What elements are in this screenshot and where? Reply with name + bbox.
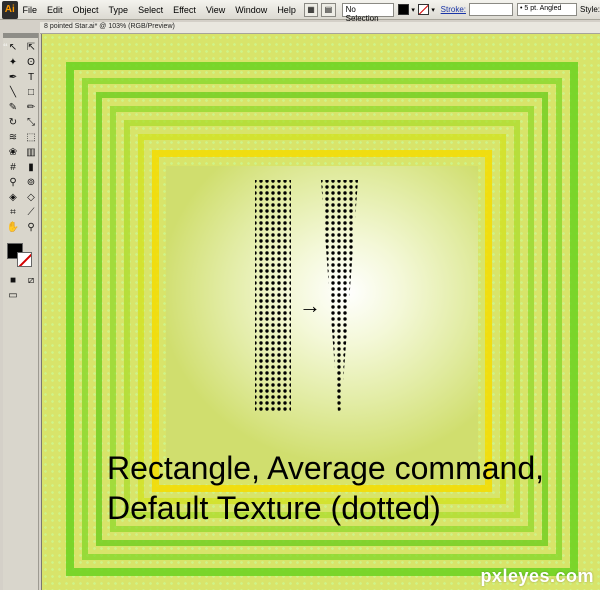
line-tool-icon[interactable]: ╲ [5,86,21,99]
selection-status: No Selection [341,2,394,23]
rectangle-tool-icon[interactable]: □ [23,86,39,99]
stroke-weight-field[interactable] [468,3,513,16]
hand-tool-icon[interactable]: ✋ [5,221,21,234]
stroke-color-box[interactable] [17,252,32,267]
menu-type[interactable]: Type [104,5,134,15]
lasso-tool-icon[interactable]: ʘ [23,56,39,69]
menu-window[interactable]: Window [230,5,272,15]
paintbrush-tool-icon[interactable]: ✎ [5,101,21,114]
style-label: Style: [579,5,600,14]
warp-tool-icon[interactable]: ≋ [5,131,21,144]
brush-name: 5 pt. Angled [524,5,562,12]
arrange-icon: ▤ [324,5,333,14]
control-panel: No Selection ▾ ▾ Stroke: • 5 pt. Angled … [341,1,600,23]
bridge-button[interactable]: ▦ [303,2,319,17]
fill-swatch[interactable] [397,4,409,15]
menu-bar: Ai File Edit Object Type Select Effect V… [0,0,600,23]
stroke-label[interactable]: Stroke: [441,5,466,14]
live-paint-tool-icon[interactable]: ◈ [5,191,21,204]
mesh-tool-icon[interactable]: # [5,161,21,174]
magic-wand-tool-icon[interactable]: ✦ [5,56,21,69]
caption-line-1: Rectangle, Average command, [107,450,544,486]
scale-tool-icon[interactable]: ⤡ [23,116,39,129]
caption: Rectangle, Average command, Default Text… [107,448,597,528]
chevron-down-icon[interactable]: ▾ [409,4,418,15]
illustrator-window: Ai File Edit Object Type Select Effect V… [0,0,600,590]
column-graph-tool-icon[interactable]: ▥ [23,146,39,159]
menu-file[interactable]: File [18,5,43,15]
screen-mode-icon[interactable]: ▭ [5,289,21,302]
menu-object[interactable]: Object [68,5,104,15]
watermark: pxleyes.com [480,566,594,586]
symbol-sprayer-tool-icon[interactable]: ❀ [5,146,21,159]
arrange-documents-button[interactable]: ▤ [321,2,336,17]
bridge-icon: ▦ [307,5,315,14]
blend-tool-icon[interactable]: ⊚ [23,176,39,189]
eyedropper-tool-icon[interactable]: ⚲ [5,176,21,189]
brush-definition-dropdown[interactable]: • 5 pt. Angled [516,3,577,16]
caption-line-2: Default Texture (dotted) [107,490,441,526]
dotted-averaged-shape [321,180,358,412]
tool-grid: ↖ ⇱ ✦ ʘ ✒ T ╲ □ ✎ ✏ ↻ ⤡ ≋ ⬚ ❀ ▥ # ▮ ⚲ ⊚ … [3,38,38,237]
pen-tool-icon[interactable]: ✒ [5,71,21,84]
fill-stroke-widget [5,241,39,271]
live-paint-selection-icon[interactable]: ◇ [23,191,39,204]
color-mode-icon[interactable]: ■ [5,274,21,287]
menu-view[interactable]: View [201,5,230,15]
stroke-swatch[interactable] [417,4,429,15]
pencil-tool-icon[interactable]: ✏ [23,101,39,114]
document-tab[interactable]: 8 pointed Star.ai* @ 103% (RGB/Preview) [40,22,600,34]
rotate-tool-icon[interactable]: ↻ [5,116,21,129]
free-transform-tool-icon[interactable]: ⬚ [23,131,39,144]
gradient-tool-icon[interactable]: ▮ [23,161,39,174]
illustrator-logo-icon: Ai [2,0,18,19]
dotted-rectangle [255,180,291,412]
menu-select[interactable]: Select [133,5,168,15]
type-tool-icon[interactable]: T [23,71,39,84]
zoom-tool-icon[interactable]: ⚲ [23,221,39,234]
menu-effect[interactable]: Effect [168,5,201,15]
right-arrow-icon: → [299,293,321,318]
document-title: 8 pointed Star.ai* @ 103% (RGB/Preview) [44,23,175,30]
menu-edit[interactable]: Edit [42,5,68,15]
selection-tool-icon[interactable]: ↖ [5,41,21,54]
chevron-down-icon[interactable]: ▾ [429,4,438,15]
none-mode-icon[interactable]: ⧄ [23,274,39,287]
direct-selection-tool-icon[interactable]: ⇱ [23,41,39,54]
menu-help[interactable]: Help [272,5,301,15]
none-slash-icon [418,5,428,14]
slice-tool-icon[interactable]: ⟋ [23,206,39,219]
artboard-canvas[interactable]: → Rectangle, Average command, Default Te… [41,34,600,590]
tools-panel: 44 ↖ ⇱ ✦ ʘ ✒ T ╲ □ ✎ ✏ ↻ ⤡ ≋ ⬚ ❀ ▥ # ▮ ⚲… [3,33,39,590]
crop-tool-icon[interactable]: ⌗ [5,206,21,219]
mode-grid: ■ ⧄ ▭ [3,271,38,305]
